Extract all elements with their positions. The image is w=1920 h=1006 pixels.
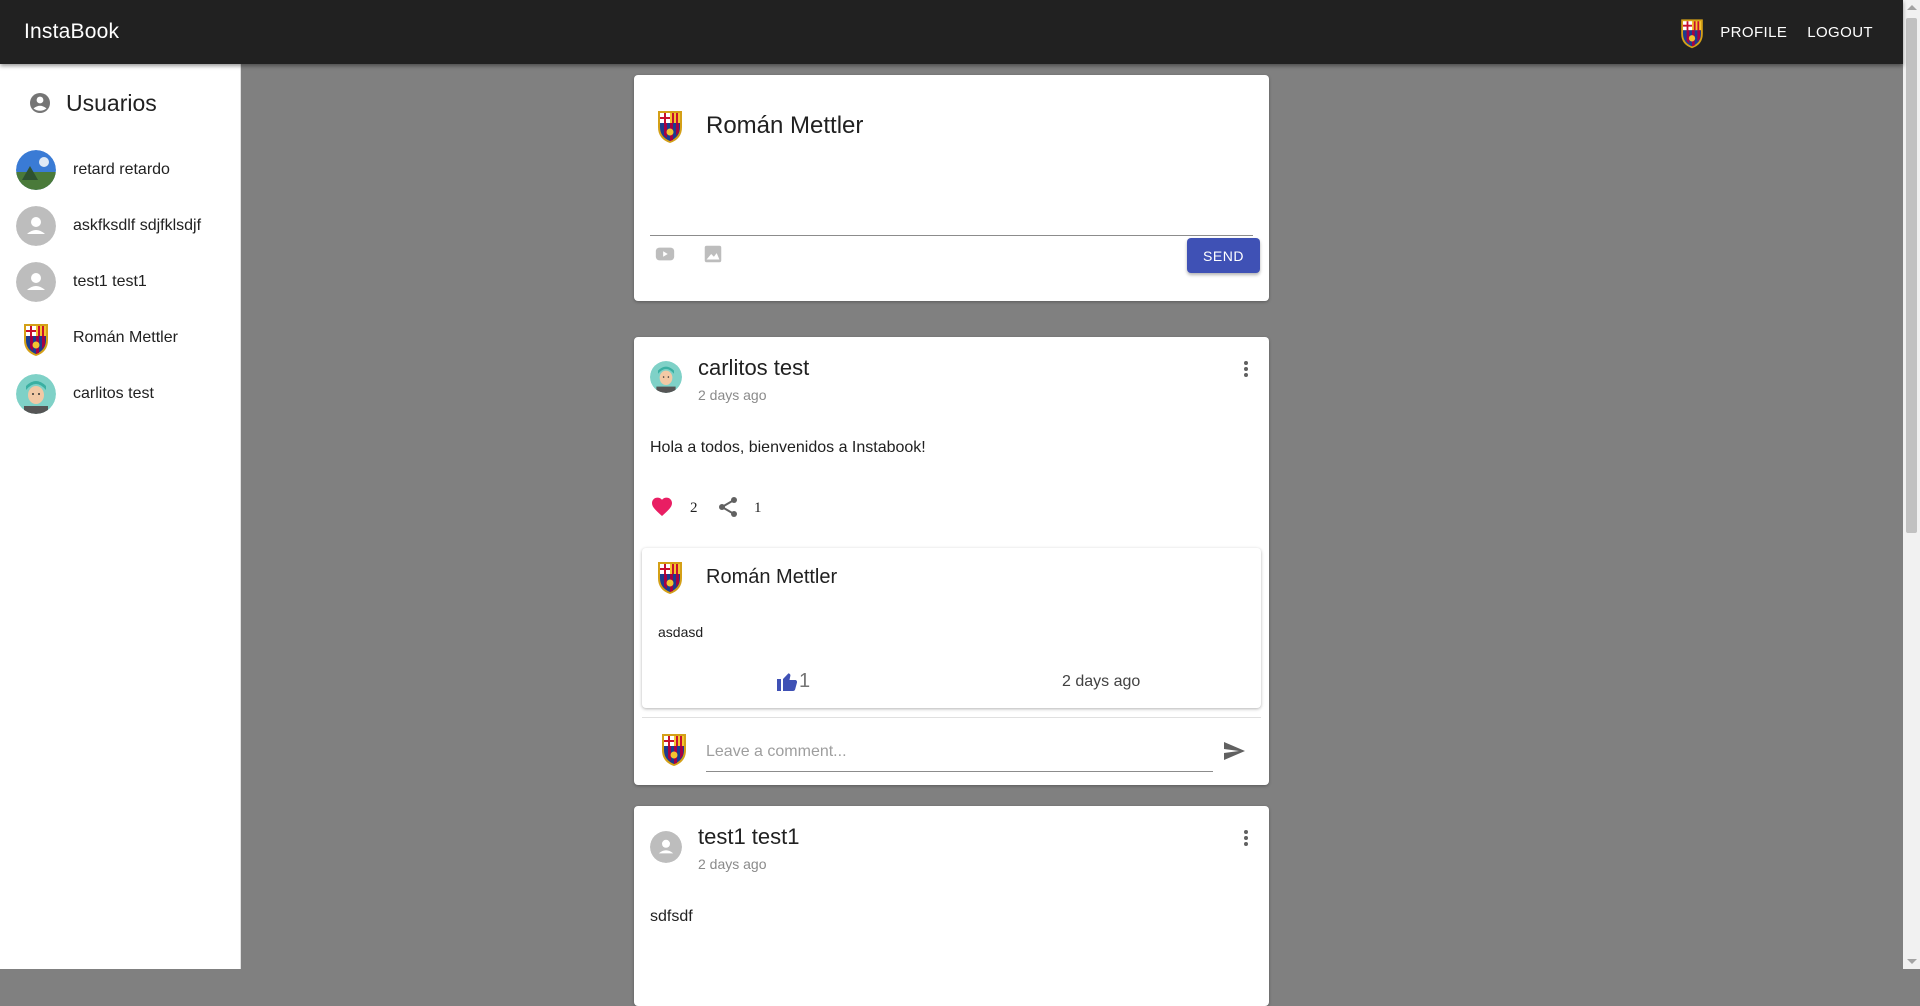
youtube-icon[interactable]	[654, 243, 676, 265]
post-timestamp: 2 days ago	[698, 387, 767, 403]
post-card: carlitos test 2 days ago Hola a todos, b…	[634, 337, 1269, 785]
heart-icon[interactable]	[650, 495, 674, 519]
comment-timestamp: 2 days ago	[1062, 673, 1141, 690]
more-vert-icon[interactable]	[1234, 826, 1258, 850]
scroll-down-arrow-icon[interactable]	[1907, 959, 1917, 964]
like-count: 2	[690, 500, 698, 516]
send-button[interactable]: SEND	[1187, 238, 1260, 273]
thumb-up-icon[interactable]	[775, 669, 799, 693]
profile-button[interactable]: PROFILE	[1710, 18, 1797, 47]
users-sidebar: Usuarios retard retardo askfksdlf sdjfkl…	[0, 64, 241, 969]
commenter-avatar	[662, 734, 686, 766]
user-name: retard retardo	[73, 161, 170, 178]
divider	[642, 717, 1261, 718]
composer-author: Román Mettler	[706, 112, 864, 139]
user-name: carlitos test	[73, 385, 154, 402]
user-list-item[interactable]: Román Mettler	[0, 310, 240, 366]
comment-body: asdasd	[658, 624, 704, 640]
cartoon-face-avatar-icon	[650, 361, 682, 393]
post-author[interactable]: carlitos test	[698, 355, 809, 381]
user-name: Román Mettler	[73, 329, 178, 346]
page-scrollbar[interactable]	[1903, 0, 1920, 969]
scroll-up-arrow-icon[interactable]	[1907, 5, 1917, 10]
comment-input[interactable]: Leave a comment...	[706, 733, 1213, 772]
landscape-avatar-icon	[16, 150, 56, 190]
scrollbar-thumb[interactable]	[1906, 18, 1917, 533]
post-composer: Román Mettler SEND	[634, 75, 1269, 301]
profile-avatar[interactable]	[1674, 14, 1710, 50]
sidebar-title: Usuarios	[66, 89, 157, 116]
more-vert-icon[interactable]	[1234, 357, 1258, 381]
post-author[interactable]: test1 test1	[698, 824, 800, 850]
post-body: sdfsdf	[650, 908, 693, 925]
app-bar: InstaBook PROFILE LOGOUT	[0, 0, 1903, 64]
crest-avatar-icon	[24, 324, 48, 356]
comment-input-placeholder: Leave a comment...	[706, 743, 847, 760]
user-name: test1 test1	[73, 273, 147, 290]
image-icon[interactable]	[702, 243, 724, 265]
user-name: askfksdlf sdjfklsdjf	[73, 217, 202, 234]
send-icon[interactable]	[1222, 739, 1246, 763]
user-list-item[interactable]: carlitos test	[0, 366, 240, 422]
account-circle-icon	[30, 93, 50, 113]
comment-card: Román Mettler asdasd 1 2 days ago	[642, 548, 1261, 708]
comment-like-count: 1	[799, 670, 811, 692]
person-icon	[650, 831, 682, 863]
logout-button[interactable]: LOGOUT	[1797, 18, 1883, 47]
comment-author[interactable]: Román Mettler	[706, 566, 837, 589]
cartoon-face-avatar-icon	[16, 374, 56, 414]
user-list-item[interactable]: askfksdlf sdjfklsdjf	[0, 198, 240, 254]
person-icon	[16, 206, 56, 246]
comment-author-avatar	[658, 562, 682, 594]
share-count: 1	[754, 500, 762, 516]
user-list-item[interactable]: retard retardo	[0, 142, 240, 198]
post-body: Hola a todos, bienvenidos a Instabook!	[650, 439, 926, 456]
person-icon	[16, 262, 56, 302]
app-brand[interactable]: InstaBook	[24, 20, 119, 44]
composer-avatar	[658, 111, 682, 143]
sidebar-header: Usuarios	[0, 64, 240, 142]
post-text-input[interactable]	[650, 205, 1253, 236]
post-card: test1 test1 2 days ago sdfsdf	[634, 806, 1269, 1006]
user-list-item[interactable]: test1 test1	[0, 254, 240, 310]
post-timestamp: 2 days ago	[698, 856, 767, 872]
share-icon[interactable]	[716, 495, 740, 519]
